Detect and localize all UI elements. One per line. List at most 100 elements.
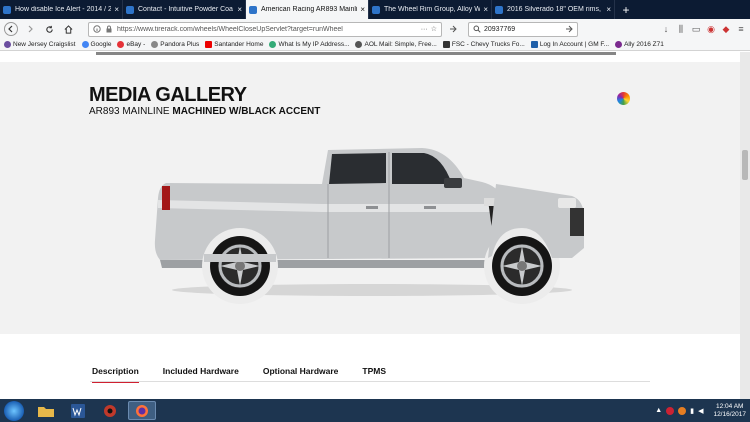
tab-wheel-rim-group[interactable]: The Wheel Rim Group, Alloy Whee ×: [369, 0, 492, 19]
bookmark-ebay[interactable]: eBay -: [117, 41, 145, 48]
navigation-toolbar: https://www.tirerack.com/wheels/WheelClo…: [0, 19, 750, 39]
tab-title: 2016 Silverado 18" OEM rims, b: [507, 6, 604, 13]
tab-title: American Racing AR893 Mainline M: [261, 6, 358, 13]
globe-icon: [151, 41, 159, 48]
library-icon[interactable]: ⫼: [676, 24, 686, 34]
bookmark-ip-address[interactable]: What Is My IP Address...: [269, 41, 349, 48]
page-scrollbar[interactable]: [740, 52, 750, 399]
word-icon: [71, 403, 85, 418]
close-icon[interactable]: ×: [114, 5, 119, 14]
scrollbar-thumb[interactable]: [742, 150, 748, 180]
ally-icon: [615, 41, 623, 48]
folder-icon: [38, 406, 54, 417]
start-button[interactable]: [4, 400, 24, 421]
clock[interactable]: 12:04 AM 12/16/2017: [713, 403, 746, 419]
volume-icon[interactable]: ◀: [698, 407, 703, 415]
bookmark-label: Log In Account | GM F...: [539, 41, 610, 48]
bookmark-star-icon[interactable]: ☆: [431, 25, 437, 33]
page-title: MEDIA GALLERY: [89, 84, 247, 106]
wheel-model: AR893 MAINLINE: [89, 106, 173, 117]
bookmark-label: Pandora Plus: [160, 41, 200, 48]
tab-favicon: [495, 5, 503, 14]
pocket-icon[interactable]: ◉: [706, 24, 716, 34]
ebay-icon: [117, 41, 125, 48]
bookmark-fsc-chevy[interactable]: FSC - Chevy Trucks Fo...: [442, 41, 525, 48]
menu-icon[interactable]: ≡: [736, 24, 746, 34]
reload-icon: [45, 25, 53, 33]
bookmark-label: AOL Mail: Simple, Free...: [364, 41, 437, 48]
system-tray: ▲ ▮ ◀ 12:04 AM 12/16/2017: [655, 403, 746, 419]
bookmark-label: eBay -: [126, 41, 146, 48]
bookmark-santander[interactable]: Santander Home: [205, 41, 263, 48]
tab-contact[interactable]: Contact - Intuitive Powder Coa ×: [123, 0, 246, 19]
tab-favicon: [372, 5, 380, 14]
app-button[interactable]: [96, 401, 124, 420]
address-bar[interactable]: https://www.tirerack.com/wheels/WheelClo…: [88, 21, 442, 37]
bookmark-craigslist[interactable]: New Jersey Craigslist: [4, 41, 76, 48]
bookmarks-toolbar: New Jersey Craigslist Google eBay - Pand…: [0, 39, 750, 51]
bookmark-aol-mail[interactable]: AOL Mail: Simple, Free...: [355, 41, 437, 48]
page-actions-icon[interactable]: ···: [421, 26, 428, 33]
fsc-icon: [442, 41, 450, 48]
download-icon[interactable]: ↓: [661, 24, 671, 34]
network-icon[interactable]: ▮: [690, 407, 694, 415]
tray-app-icon[interactable]: [678, 406, 687, 415]
forward-button[interactable]: [23, 22, 37, 36]
tabs-divider: [90, 381, 650, 382]
tab-american-racing[interactable]: American Racing AR893 Mainline M ×: [246, 0, 369, 19]
gm-icon: [530, 41, 538, 48]
color-wheel-icon[interactable]: [617, 92, 630, 105]
globe-icon: [269, 41, 277, 48]
close-icon[interactable]: ×: [360, 5, 365, 14]
bookmark-pandora[interactable]: Pandora Plus: [151, 41, 199, 48]
bookmark-label: New Jersey Craigslist: [13, 41, 76, 48]
arrow-right-icon[interactable]: [565, 25, 573, 33]
file-explorer-button[interactable]: [32, 401, 60, 420]
bookmark-gm-login[interactable]: Log In Account | GM F...: [530, 41, 610, 48]
firefox-button[interactable]: [128, 401, 156, 420]
peace-icon: [4, 41, 11, 48]
clock-date: 12/16/2017: [713, 410, 746, 418]
bookmark-google[interactable]: Google: [81, 41, 111, 48]
bookmark-ally-z71[interactable]: Ally 2016 Z71: [615, 41, 664, 48]
reload-button[interactable]: [42, 22, 56, 36]
windows-taskbar: ▲ ▮ ◀ 12:04 AM 12/16/2017: [0, 399, 750, 422]
globe-icon: [355, 41, 363, 48]
bookmark-label: Santander Home: [214, 41, 264, 48]
tab-favicon: [126, 5, 134, 14]
tab-title: How disable Ice Alert - 2014 / 2: [15, 6, 112, 13]
bookmark-label: What Is My IP Address...: [278, 41, 350, 48]
google-icon: [81, 41, 89, 48]
clock-time: 12:04 AM: [715, 402, 744, 410]
home-icon: [64, 24, 72, 34]
bookmark-label: Ally 2016 Z71: [624, 41, 664, 48]
close-icon[interactable]: ×: [237, 5, 242, 14]
antivirus-icon[interactable]: [666, 406, 675, 415]
truck-image: [154, 148, 584, 304]
search-box[interactable]: 20937769: [468, 21, 578, 37]
arrow-right-icon: [28, 25, 33, 33]
new-tab-button[interactable]: +: [615, 0, 637, 19]
search-icon: [473, 25, 481, 33]
arrow-left-icon: [8, 25, 13, 33]
tab-silverado-rims[interactable]: 2016 Silverado 18" OEM rims, b ×: [492, 0, 615, 19]
app-icon: [104, 404, 116, 417]
bookmark-label: FSC - Chevy Trucks Fo...: [451, 41, 525, 48]
info-icon[interactable]: [93, 25, 101, 33]
word-button[interactable]: [64, 401, 92, 420]
tab-ice-alert[interactable]: How disable Ice Alert - 2014 / 2 ×: [0, 0, 123, 19]
close-icon[interactable]: ×: [483, 5, 488, 14]
search-input[interactable]: 20937769: [484, 26, 565, 33]
page-content: MEDIA GALLERY AR893 MAINLINE MACHINED W/…: [0, 52, 740, 399]
sidebar-icon[interactable]: ▭: [691, 24, 701, 34]
url-text: https://www.tirerack.com/wheels/WheelClo…: [117, 25, 343, 33]
wheel-subtitle: AR893 MAINLINE MACHINED W/BLACK ACCENT: [89, 106, 320, 117]
reader-view-button[interactable]: [447, 22, 459, 36]
addon-icon[interactable]: ◆: [721, 24, 731, 34]
tab-favicon: [3, 5, 11, 14]
tray-arrow-icon[interactable]: ▲: [655, 407, 662, 414]
toolbar-right-buttons: ↓ ⫼ ▭ ◉ ◆ ≡: [661, 24, 746, 35]
back-button[interactable]: [4, 22, 18, 36]
close-icon[interactable]: ×: [606, 5, 611, 14]
home-button[interactable]: [61, 22, 75, 36]
